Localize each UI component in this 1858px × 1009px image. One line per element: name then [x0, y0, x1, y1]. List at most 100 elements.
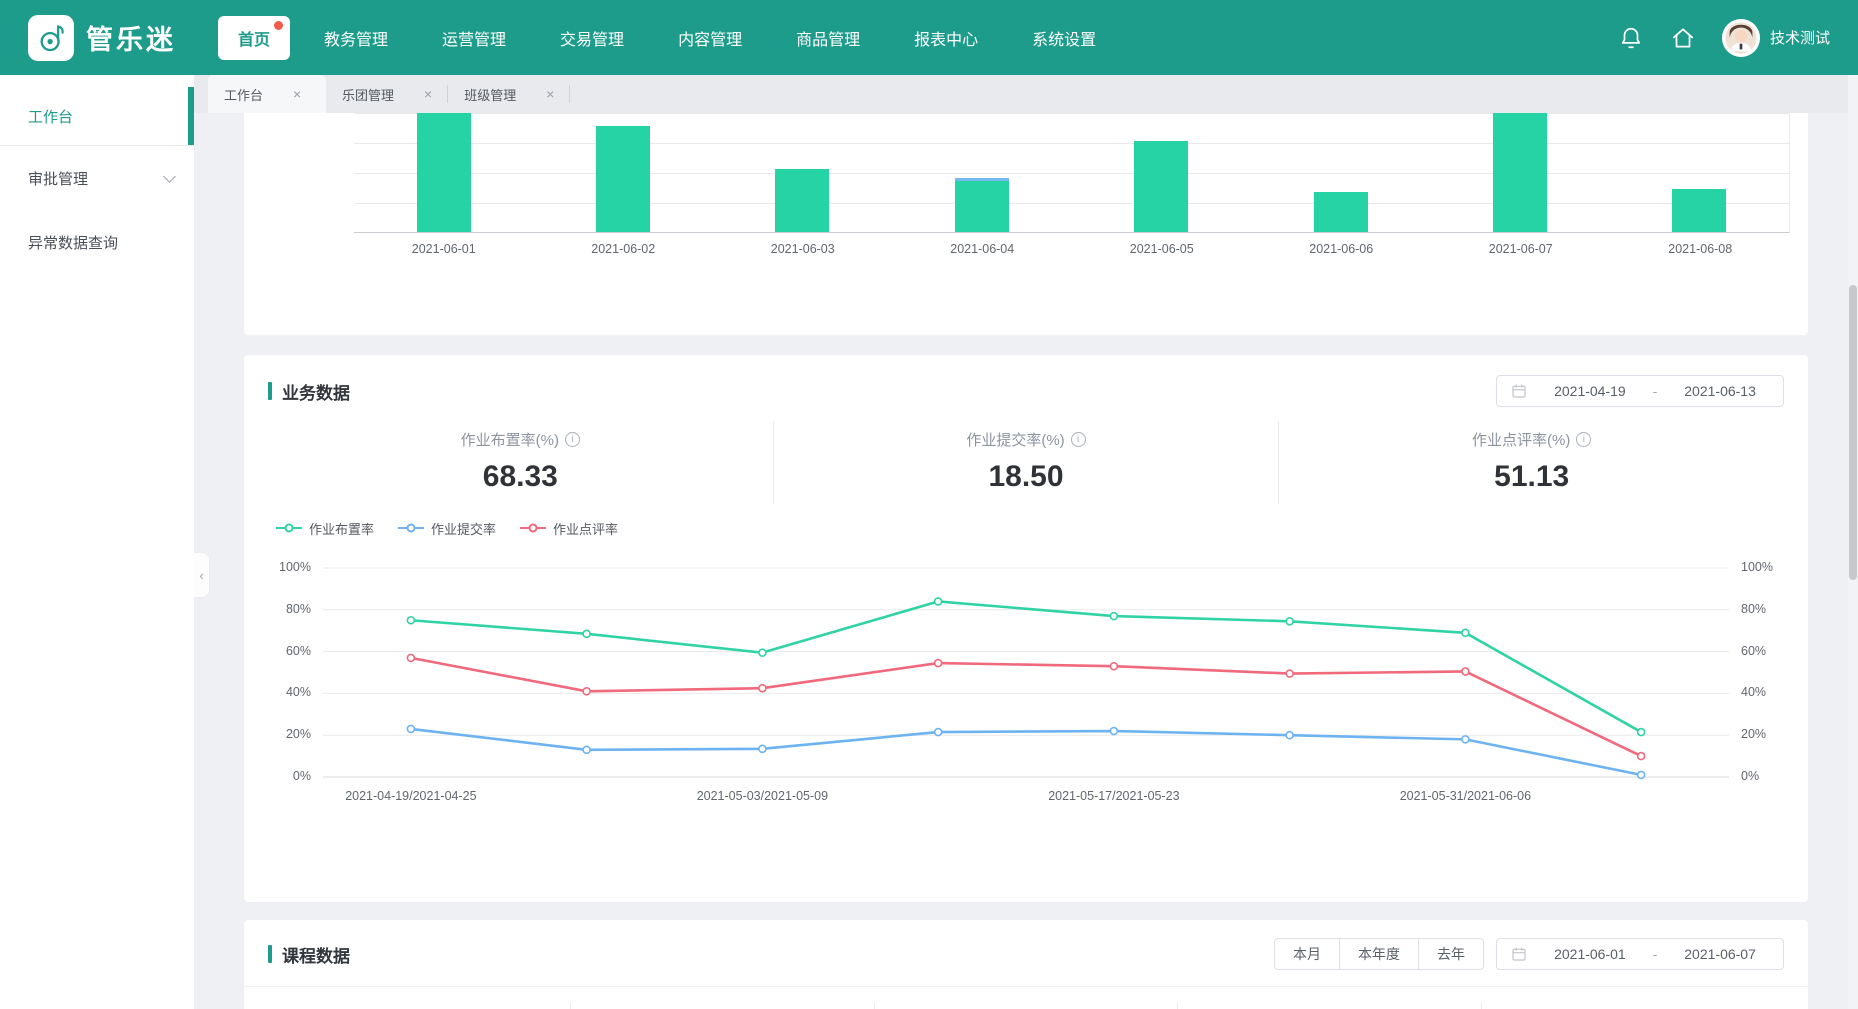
- info-icon[interactable]: i: [565, 432, 580, 447]
- bar-chart-x-tick: 2021-06-06: [1252, 242, 1432, 256]
- sidebar-collapse-handle[interactable]: ‹: [194, 552, 210, 598]
- info-icon[interactable]: i: [1071, 432, 1086, 447]
- notification-bell-icon[interactable]: [1618, 25, 1644, 51]
- tab-close-icon[interactable]: ×: [546, 87, 554, 101]
- bar-chart-band: [1072, 113, 1251, 232]
- tab-workbench[interactable]: 工作台 ×: [208, 75, 326, 113]
- page-scrollbar: [1848, 75, 1858, 1009]
- business-date-range-picker[interactable]: 2021-04-19 - 2021-06-13: [1496, 375, 1784, 407]
- tab-orchestra[interactable]: 乐团管理×: [326, 75, 448, 113]
- bar-chart-x-tick: 2021-06-02: [534, 242, 714, 256]
- line-chart-legend: 作业布置率 作业提交率 作业点评率: [268, 518, 1784, 538]
- line-chart-x-tick: 2021-05-17/2021-05-23: [1048, 789, 1179, 803]
- line-chart-x-axis: 2021-04-19/2021-04-252021-05-03/2021-05-…: [323, 789, 1729, 807]
- sidebar-item-workbench[interactable]: 工作台: [0, 87, 194, 145]
- bar-chart-band: [892, 113, 1071, 232]
- legend-marker: [276, 527, 302, 529]
- tab-label: 工作台: [224, 85, 263, 104]
- line-chart-y-tick: 100%: [1741, 560, 1773, 574]
- bar-chart-bars: [354, 113, 1789, 232]
- stat-label: 作业点评率(%)i: [1472, 429, 1591, 450]
- course-date-range-picker[interactable]: 2021-06-01 - 2021-06-07: [1496, 938, 1784, 970]
- period-button-this-month[interactable]: 本月: [1275, 939, 1340, 969]
- home-icon[interactable]: [1670, 25, 1696, 51]
- legend-item-作业点评率[interactable]: 作业点评率: [520, 519, 618, 538]
- sidebar-item-label: 工作台: [28, 106, 73, 127]
- tab-close-icon[interactable]: ×: [424, 87, 432, 101]
- line-chart-y-tick: 20%: [1741, 727, 1766, 741]
- section-title-course: 课程数据: [268, 942, 350, 967]
- user-menu[interactable]: 技术测试: [1722, 19, 1830, 57]
- legend-item-作业布置率[interactable]: 作业布置率: [276, 519, 374, 538]
- bar-chart-x-tick: 2021-06-08: [1611, 242, 1791, 256]
- calendar-icon: [1511, 383, 1527, 399]
- bar-2021-06-02: [596, 126, 650, 232]
- business-data-card: 业务数据 2021-04-19 - 2021-06-13 作业布置率(%)i68…: [244, 355, 1808, 902]
- line-chart-y-tick: 60%: [286, 644, 311, 658]
- nav-item-content[interactable]: 内容管理: [658, 16, 762, 60]
- stat-value: 18.50: [774, 460, 1279, 494]
- nav-item-home[interactable]: 首页: [218, 16, 290, 60]
- bar-chart-x-tick: 2021-06-03: [713, 242, 893, 256]
- business-date-start[interactable]: 2021-04-19: [1541, 383, 1639, 399]
- stat-label-text: 作业布置率(%): [461, 429, 559, 450]
- main-scroll-area: 200,000元150,000元100,000元50,000元0元 2021-0…: [194, 113, 1858, 1009]
- stat-submit-rate: 作业提交率(%) i 18.50: [774, 421, 1280, 504]
- brand-name: 管乐迷: [86, 18, 176, 57]
- period-button-this-year[interactable]: 本年度: [1340, 939, 1419, 969]
- nav-item-report[interactable]: 报表中心: [894, 16, 998, 60]
- line-chart-y-tick: 80%: [286, 602, 311, 616]
- stat-assign-rate: 作业布置率(%)i68.33: [268, 421, 774, 504]
- date-range-separator: -: [1653, 384, 1657, 399]
- course-stat-vip-online-lessons: VIP线上课(节)i: [875, 1003, 1178, 1009]
- nav-item-goods[interactable]: 商品管理: [776, 16, 880, 60]
- nav-item-education[interactable]: 教务管理: [304, 16, 408, 60]
- course-period-buttons: 本月本年度去年: [1274, 938, 1484, 970]
- period-button-last-year[interactable]: 去年: [1419, 939, 1483, 969]
- line-chart-y-axis-right: 0%20%40%60%80%100%: [1729, 562, 1784, 783]
- main-nav: 首页教务管理运营管理交易管理内容管理商品管理报表中心系统设置: [218, 16, 1116, 60]
- line-chart-y-tick: 20%: [286, 727, 311, 741]
- nav-item-system[interactable]: 系统设置: [1012, 16, 1116, 60]
- nav-item-trade[interactable]: 交易管理: [540, 16, 644, 60]
- line-chart-plot: [323, 562, 1729, 783]
- legend-item-作业提交率[interactable]: 作业提交率: [398, 519, 496, 538]
- sidebar-item-abnormal-data[interactable]: 异常数据查询: [0, 210, 194, 274]
- line-chart-x-tick: 2021-05-31/2021-06-06: [1400, 789, 1531, 803]
- course-date-start[interactable]: 2021-06-01: [1541, 946, 1639, 962]
- tab-bar: 工作台×乐团管理×班级管理×: [194, 75, 1858, 113]
- course-date-end[interactable]: 2021-06-07: [1671, 946, 1769, 962]
- legend-label: 作业提交率: [431, 519, 496, 538]
- sidebar-item-approval[interactable]: 审批管理: [0, 146, 194, 210]
- user-name: 技术测试: [1770, 27, 1830, 48]
- line-chart: 0%20%40%60%80%100% 0%20%40%60%80%100%: [268, 562, 1784, 783]
- course-stat-orchestra-lessons: 乐团课(节)i: [268, 1003, 571, 1009]
- bar-2021-06-07: [1493, 113, 1547, 232]
- tab-class[interactable]: 班级管理×: [448, 75, 570, 113]
- tab-close-icon[interactable]: ×: [293, 87, 301, 101]
- business-date-end[interactable]: 2021-06-13: [1671, 383, 1769, 399]
- info-icon[interactable]: i: [1576, 432, 1591, 447]
- bar-chart-x-tick: 2021-06-05: [1072, 242, 1252, 256]
- line-chart-y-tick: 0%: [293, 769, 311, 783]
- legend-marker: [520, 527, 546, 529]
- stat-label-text: 作业提交率(%): [966, 429, 1064, 450]
- bar-2021-06-03: [775, 169, 829, 232]
- stat-label: 作业提交率(%) i: [966, 429, 1085, 450]
- line-chart-y-tick: 100%: [279, 560, 311, 574]
- bar-chart-x-tick: 2021-06-04: [893, 242, 1073, 256]
- bar-2021-06-08: [1672, 189, 1726, 232]
- app-logo[interactable]: 管乐迷: [28, 15, 176, 61]
- bar-chart: 200,000元150,000元100,000元50,000元0元 2021-0…: [354, 113, 1790, 256]
- nav-item-operation[interactable]: 运营管理: [422, 16, 526, 60]
- page-scrollbar-thumb[interactable]: [1849, 285, 1857, 580]
- legend-marker: [398, 527, 424, 529]
- revenue-bar-chart-card: 200,000元150,000元100,000元50,000元0元 2021-0…: [244, 113, 1808, 335]
- bar-chart-plot: 200,000元150,000元100,000元50,000元0元: [354, 113, 1790, 233]
- line-chart-x-tick: 2021-04-19/2021-04-25: [345, 789, 476, 803]
- sidebar-item-label: 审批管理: [28, 168, 88, 189]
- course-stats-row: 乐团课(节)iVIP课(节)iVIP线上课(节)iVIP线下课(节)i网管课(节…: [268, 1003, 1784, 1009]
- course-stat-net-admin-lessons: 网管课(节)i: [1482, 1003, 1784, 1009]
- bar-chart-band: [1430, 113, 1609, 232]
- course-data-card: 课程数据 本月本年度去年 2021-06-01 - 2021-06-07: [244, 920, 1808, 1009]
